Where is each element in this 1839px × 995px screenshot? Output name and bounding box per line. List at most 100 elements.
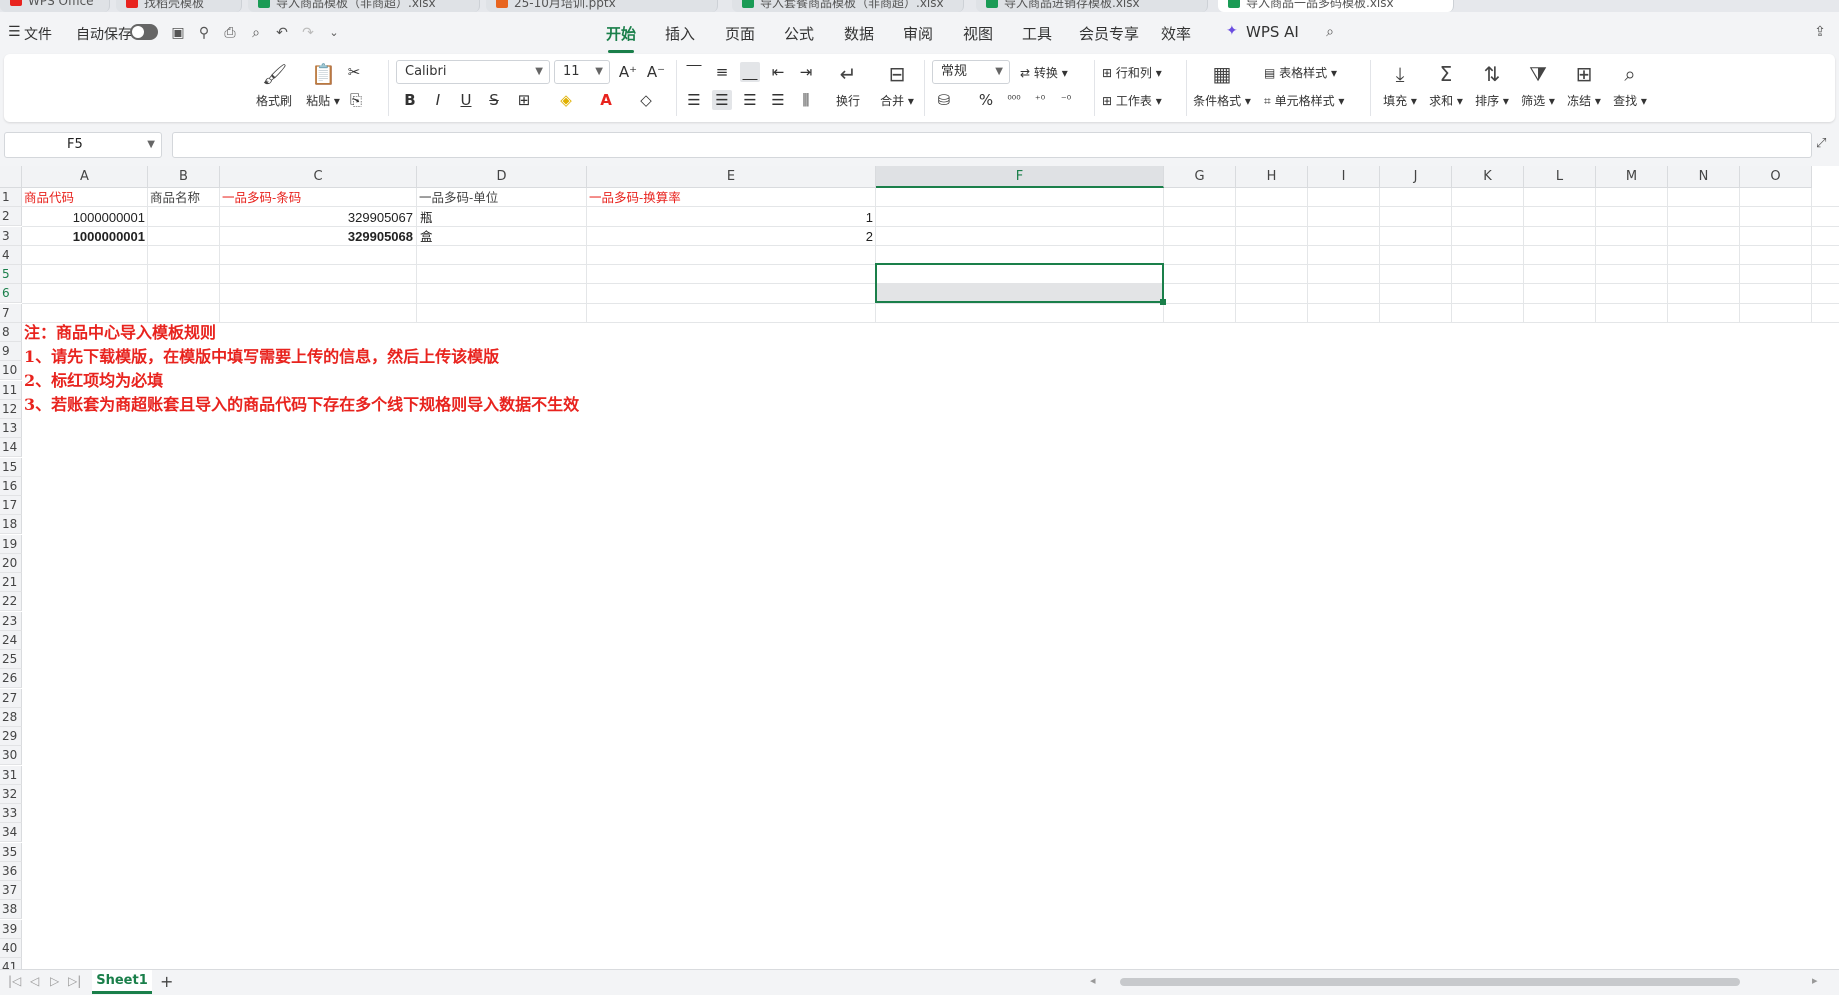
wps-ai-button[interactable]: WPS AI: [1246, 23, 1299, 41]
convert-button[interactable]: ⇄ 转换 ▾: [1020, 64, 1068, 81]
scroll-left-icon[interactable]: ◂: [1090, 974, 1096, 987]
align-bottom-icon[interactable]: ⎽: [740, 62, 760, 82]
sum-button[interactable]: Σ 求和 ▾: [1424, 62, 1468, 109]
bold-button[interactable]: B: [400, 90, 420, 110]
row-header-15[interactable]: 15: [0, 457, 22, 477]
row-header-35[interactable]: 35: [0, 842, 22, 862]
row-header-27[interactable]: 27: [0, 688, 22, 708]
column-header-A[interactable]: A: [22, 166, 148, 188]
row-header-23[interactable]: 23: [0, 611, 22, 631]
row-header-17[interactable]: 17: [0, 496, 22, 515]
cell-style-button[interactable]: ⌗ 单元格样式 ▾: [1264, 92, 1344, 109]
decrease-decimal-icon[interactable]: ⁻⁰: [1056, 90, 1076, 110]
row-header-30[interactable]: 30: [0, 746, 22, 766]
search-icon[interactable]: ⌕: [1322, 24, 1338, 40]
tab-formula[interactable]: 公式: [784, 23, 814, 44]
row-header-1[interactable]: 1: [0, 188, 22, 207]
filter-button[interactable]: ⧩ 筛选 ▾: [1516, 62, 1560, 109]
undo-icon[interactable]: ↶: [274, 25, 290, 41]
column-header-H[interactable]: H: [1236, 166, 1308, 188]
row-header-6[interactable]: 6: [0, 284, 22, 304]
tab-doc-1[interactable]: 导入商品模板（非商超）.xlsx: [248, 0, 480, 12]
find-button[interactable]: ⌕ 查找 ▾: [1608, 62, 1652, 109]
row-header-22[interactable]: 22: [0, 592, 22, 612]
row-header-28[interactable]: 28: [0, 707, 22, 727]
tab-insert[interactable]: 插入: [665, 23, 695, 44]
file-menu[interactable]: 文件: [24, 24, 52, 44]
formula-input[interactable]: [172, 132, 1812, 158]
increase-indent-icon[interactable]: ⇥: [796, 62, 816, 82]
fill-button[interactable]: ⤓ 填充 ▾: [1378, 62, 1422, 109]
strikethrough-button[interactable]: S: [484, 90, 504, 110]
column-header-K[interactable]: K: [1452, 166, 1524, 188]
currency-icon[interactable]: ⛁: [934, 90, 954, 110]
fill-handle[interactable]: [1160, 299, 1166, 305]
prev-sheet-icon[interactable]: ◁: [30, 974, 39, 988]
row-header-7[interactable]: 7: [0, 303, 22, 323]
align-left-icon[interactable]: ☰: [684, 90, 704, 110]
tab-page[interactable]: 页面: [725, 23, 755, 44]
cloud-upload-icon[interactable]: ⇪: [1812, 24, 1828, 40]
column-header-N[interactable]: N: [1668, 166, 1740, 188]
column-header-E[interactable]: E: [587, 166, 876, 188]
cell-A3[interactable]: 1000000001: [22, 227, 148, 246]
row-header-4[interactable]: 4: [0, 245, 22, 265]
number-format-select[interactable]: 常规 ▼: [932, 60, 1010, 84]
last-sheet-icon[interactable]: ▷|: [68, 974, 81, 988]
tab-doc-3[interactable]: 导入套餐商品模板（非商超）.xlsx: [732, 0, 964, 12]
thousands-icon[interactable]: ⁰⁰⁰: [1004, 90, 1024, 110]
tab-doc-4[interactable]: 导入商品进销存模板.xlsx: [976, 0, 1208, 12]
column-header-F[interactable]: F: [876, 166, 1164, 188]
table-style-button[interactable]: ▤ 表格样式 ▾: [1264, 64, 1337, 81]
distributed-icon[interactable]: ⫼: [796, 90, 816, 110]
column-header-D[interactable]: D: [417, 166, 587, 188]
align-middle-icon[interactable]: ≡: [712, 62, 732, 82]
border-icon[interactable]: ⊞: [514, 90, 534, 110]
justify-icon[interactable]: ☰: [768, 90, 788, 110]
column-header-G[interactable]: G: [1164, 166, 1236, 188]
row-header-39[interactable]: 39: [0, 919, 22, 939]
tab-member[interactable]: 会员专享: [1079, 23, 1139, 44]
row-header-14[interactable]: 14: [0, 438, 22, 458]
italic-button[interactable]: I: [428, 90, 448, 110]
row-header-3[interactable]: 3: [0, 226, 22, 246]
align-right-icon[interactable]: ☰: [740, 90, 760, 110]
row-header-24[interactable]: 24: [0, 630, 22, 650]
row-header-26[interactable]: 26: [0, 669, 22, 689]
tab-data[interactable]: 数据: [844, 23, 874, 44]
row-header-40[interactable]: 40: [0, 938, 22, 958]
row-header-10[interactable]: 10: [0, 361, 22, 381]
tab-template-store[interactable]: 找稻壳模板: [116, 0, 242, 12]
row-header-16[interactable]: 16: [0, 476, 22, 496]
cell-E3[interactable]: 2: [587, 227, 876, 246]
increase-decimal-icon[interactable]: ⁺⁰: [1030, 90, 1050, 110]
rows-cols-button[interactable]: ⊞ 行和列 ▾: [1102, 64, 1162, 81]
row-header-13[interactable]: 13: [0, 419, 22, 438]
row-header-38[interactable]: 38: [0, 900, 22, 920]
format-painter-button[interactable]: 🖌 格式刷: [252, 62, 296, 109]
cell-C2[interactable]: 329905067: [220, 208, 416, 227]
cell-D1[interactable]: 一品多码-单位: [419, 188, 585, 207]
spreadsheet-grid[interactable]: ABCDEFGHIJKLMNO 1 2 3 4 5 6 7 8 9 10 11 12 13 14 15 16 1…: [0, 166, 1839, 969]
sheet-tab-sheet1[interactable]: Sheet1: [92, 970, 152, 994]
decrease-indent-icon[interactable]: ⇤: [768, 62, 788, 82]
autosave-toggle[interactable]: [130, 24, 158, 40]
freeze-button[interactable]: ⊞ 冻结 ▾: [1562, 62, 1606, 109]
tab-efficiency[interactable]: 效率: [1161, 23, 1191, 44]
column-header-O[interactable]: O: [1740, 166, 1812, 188]
cell-C1[interactable]: 一品多码-条码: [222, 188, 412, 207]
align-center-icon[interactable]: ☰: [712, 90, 732, 110]
row-header-29[interactable]: 29: [0, 727, 22, 746]
tab-view[interactable]: 视图: [963, 23, 993, 44]
share-icon[interactable]: ⚲: [196, 25, 212, 41]
conditional-format-button[interactable]: ▦ 条件格式 ▾: [1192, 62, 1252, 109]
font-size-select[interactable]: 11 ▼: [554, 60, 610, 84]
redo-icon[interactable]: ↷: [300, 25, 316, 41]
row-header-33[interactable]: 33: [0, 804, 22, 823]
row-header-20[interactable]: 20: [0, 553, 22, 573]
percent-button[interactable]: %: [976, 90, 996, 110]
copy-icon[interactable]: ⎘: [346, 90, 366, 110]
row-header-25[interactable]: 25: [0, 650, 22, 669]
print-icon[interactable]: ⎙: [222, 25, 238, 41]
name-box[interactable]: F5 ▼: [4, 132, 162, 158]
